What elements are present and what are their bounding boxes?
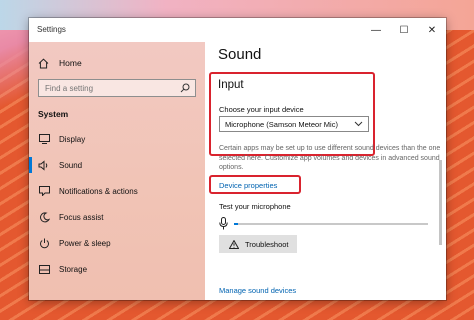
sidebar-item-power-sleep[interactable]: Power & sleep [29, 230, 205, 256]
input-heading: Input [218, 79, 244, 91]
search-box[interactable] [38, 79, 196, 97]
troubleshoot-label: Troubleshoot [245, 239, 289, 249]
sidebar: Home System Display Sound [29, 42, 205, 300]
sidebar-item-display[interactable]: Display [29, 126, 205, 152]
window-controls: — ☐ ✕ [362, 18, 446, 42]
sidebar-item-label: Notifications & actions [59, 186, 138, 196]
search-icon[interactable] [180, 83, 190, 93]
sidebar-item-focus-assist[interactable]: Focus assist [29, 204, 205, 230]
warning-icon [229, 239, 239, 249]
sidebar-item-storage[interactable]: Storage [29, 256, 205, 282]
sidebar-item-label: Focus assist [59, 212, 104, 222]
home-label: Home [59, 58, 82, 68]
settings-window: Settings — ☐ ✕ Home System Dis [29, 18, 446, 300]
minimize-button[interactable]: — [362, 18, 390, 42]
window-title: Settings [37, 25, 66, 34]
moon-icon [38, 211, 50, 223]
power-icon [38, 237, 50, 249]
home-icon [38, 58, 50, 69]
notifications-icon [38, 185, 50, 197]
content-scrollbar[interactable] [439, 160, 442, 245]
sidebar-item-sound[interactable]: Sound [29, 152, 205, 178]
sidebar-nav: Display Sound Notifications & actions Fo… [29, 126, 205, 282]
main-content: Sound Input Choose your input device Mic… [205, 42, 446, 300]
microphone-icon [219, 217, 228, 230]
input-device-dropdown[interactable]: Microphone (Samson Meteor Mic) [219, 116, 369, 132]
display-icon [38, 133, 50, 145]
choose-device-label: Choose your input device [219, 105, 304, 114]
sidebar-item-label: Storage [59, 264, 88, 274]
mic-level-fill [234, 223, 238, 225]
storage-icon [38, 263, 50, 275]
close-button[interactable]: ✕ [418, 18, 446, 42]
mic-level-meter [234, 223, 428, 225]
selected-device-value: Microphone (Samson Meteor Mic) [225, 119, 338, 129]
sidebar-home[interactable]: Home [29, 52, 205, 74]
troubleshoot-button[interactable]: Troubleshoot [219, 235, 297, 253]
input-help-text: Certain apps may be set up to use differ… [219, 145, 441, 171]
chevron-down-icon [354, 120, 363, 127]
sidebar-item-notifications[interactable]: Notifications & actions [29, 178, 205, 204]
search-input[interactable] [45, 83, 175, 93]
test-microphone-label: Test your microphone [219, 202, 291, 211]
maximize-button[interactable]: ☐ [390, 18, 418, 42]
page-title: Sound [218, 46, 262, 63]
sidebar-section-label: System [38, 109, 69, 119]
speaker-icon [38, 159, 50, 171]
manage-sound-devices-link[interactable]: Manage sound devices [219, 286, 296, 295]
sidebar-item-label: Display [59, 134, 86, 144]
sidebar-item-label: Sound [59, 160, 83, 170]
device-properties-link[interactable]: Device properties [219, 181, 277, 190]
title-bar[interactable]: Settings — ☐ ✕ [29, 18, 446, 42]
sidebar-item-label: Power & sleep [59, 238, 111, 248]
